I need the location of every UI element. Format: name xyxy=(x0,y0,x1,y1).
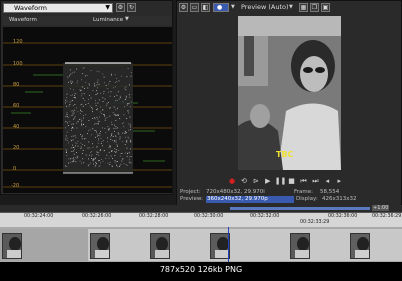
ruler-label: 00:32:28:00 xyxy=(139,214,169,219)
scale-label-0: 0 xyxy=(13,166,17,172)
display-label: Display: xyxy=(296,196,318,202)
pause-button[interactable]: ❚❚ xyxy=(275,177,287,186)
video-image xyxy=(238,16,341,170)
scale-label-80: 80 xyxy=(13,82,20,88)
play-from-start-button[interactable]: ⊳ xyxy=(251,177,261,186)
project-label: Project: xyxy=(180,189,201,195)
save-snapshot-button[interactable]: ▣ xyxy=(321,3,330,12)
circle-icon: ● xyxy=(217,4,223,11)
scope-refresh-button[interactable]: ↻ xyxy=(127,3,136,12)
ruler-label: 00:32:30:00 xyxy=(194,214,224,219)
waveform-display: 120 100 80 60 40 20 0 -20 xyxy=(3,27,172,193)
preview-info: Project: 720x480x32, 29.970i Frame: 58,554 … xyxy=(180,189,402,203)
scope-settings-button[interactable]: ⚙ xyxy=(116,3,125,12)
frame-label: Frame: xyxy=(294,189,313,195)
overlay-button[interactable]: ● xyxy=(213,3,229,12)
next-frame-button[interactable]: ▸ xyxy=(334,177,344,186)
scale-label-20: 20 xyxy=(13,145,20,151)
clip-thumbnail[interactable] xyxy=(2,233,22,259)
scale-label-40: 40 xyxy=(13,124,20,130)
preview-toolbar: ⚙ ▭ ◧ ● ▼ Preview (Auto) ▼ ▦ ❐ ▣ xyxy=(179,3,401,14)
video-scopes-panel: Waveform ▼ ⚙ ↻ Waveform Luminance ▼ 120 … xyxy=(0,0,173,195)
stop-button[interactable]: ■ xyxy=(287,177,297,186)
ruler-label: 00:32:24:00 xyxy=(24,214,54,219)
scale-label-100: 100 xyxy=(13,61,23,67)
scope-header-left: Waveform xyxy=(9,17,37,23)
chevron-down-icon: ▼ xyxy=(289,4,293,10)
scope-mode-select[interactable]: Waveform ▼ xyxy=(3,3,113,13)
timeline-scrollbar[interactable] xyxy=(230,207,370,210)
copy-snapshot-button[interactable]: ❐ xyxy=(310,3,319,12)
ruler-label: 00:32:32:00 xyxy=(250,214,280,219)
preview-settings-button[interactable]: ⚙ xyxy=(179,3,188,12)
monitor-icon[interactable]: ▭ xyxy=(190,3,199,12)
project-value: 720x480x32, 29.970i xyxy=(206,189,265,195)
zoom-marker: +1:00 xyxy=(372,205,390,211)
transport-controls: ● ⟲ ⊳ ▶ ❚❚ ■ ⏮ ⏭ ◂ ▸ xyxy=(227,177,344,187)
timeline-scroll-area: +1:00 xyxy=(0,205,402,212)
scope-header-right[interactable]: Luminance xyxy=(93,17,123,23)
ruler-label: 00:32:26:00 xyxy=(82,214,112,219)
ruler-label: 00:32:36:29 xyxy=(372,214,402,219)
preview-label: Preview: xyxy=(180,196,203,202)
clip-thumbnail[interactable] xyxy=(290,233,310,259)
clip-thumbnail[interactable] xyxy=(90,233,110,259)
record-button[interactable]: ● xyxy=(227,177,237,186)
waveform-trace xyxy=(63,62,133,174)
video-overlay-text: TBC xyxy=(276,150,294,159)
ruler-label: 00:32:33:29 xyxy=(300,220,330,225)
clip-thumbnail[interactable] xyxy=(210,233,230,259)
loop-button[interactable]: ⟲ xyxy=(239,177,249,186)
waveform-graph xyxy=(3,42,172,188)
scale-label-neg20: -20 xyxy=(11,183,20,189)
prev-frame-button[interactable]: ◂ xyxy=(322,177,332,186)
scope-mode-value: Waveform xyxy=(14,4,47,12)
go-to-start-button[interactable]: ⏮ xyxy=(299,177,309,186)
frame-value: 58,554 xyxy=(320,189,340,195)
preview-value: 360x240x32, 29.970p xyxy=(206,196,294,203)
go-to-end-button[interactable]: ⏭ xyxy=(310,177,320,186)
display-value: 426x313x32 xyxy=(322,196,357,202)
scale-label-60: 60 xyxy=(13,103,20,109)
scale-label-120: 120 xyxy=(13,39,23,45)
clip-thumbnail[interactable] xyxy=(150,233,170,259)
split-view-button[interactable]: ◧ xyxy=(201,3,210,12)
image-caption: 787x520 126kb PNG xyxy=(159,265,243,274)
ruler-label: 00:32:36:00 xyxy=(328,214,358,219)
clip-thumbnail[interactable] xyxy=(350,233,370,259)
grid-icon[interactable]: ▦ xyxy=(299,3,308,12)
video-frame: TBC xyxy=(238,16,341,170)
preview-quality-select[interactable]: Preview (Auto) xyxy=(241,3,289,11)
scope-header: Waveform Luminance ▼ xyxy=(3,16,172,25)
scope-toolbar: Waveform ▼ ⚙ ↻ xyxy=(3,3,172,14)
play-button[interactable]: ▶ xyxy=(263,177,273,186)
chevron-down-icon: ▼ xyxy=(125,16,129,22)
timeline-ruler: 00:32:24:00 00:32:26:00 00:32:28:00 00:3… xyxy=(0,213,402,227)
chevron-down-icon: ▼ xyxy=(105,4,110,11)
chevron-down-icon: ▼ xyxy=(231,4,235,10)
video-preview-panel: ⚙ ▭ ◧ ● ▼ Preview (Auto) ▼ ▦ ❐ ▣ TBC ● ⟲… xyxy=(176,0,402,211)
